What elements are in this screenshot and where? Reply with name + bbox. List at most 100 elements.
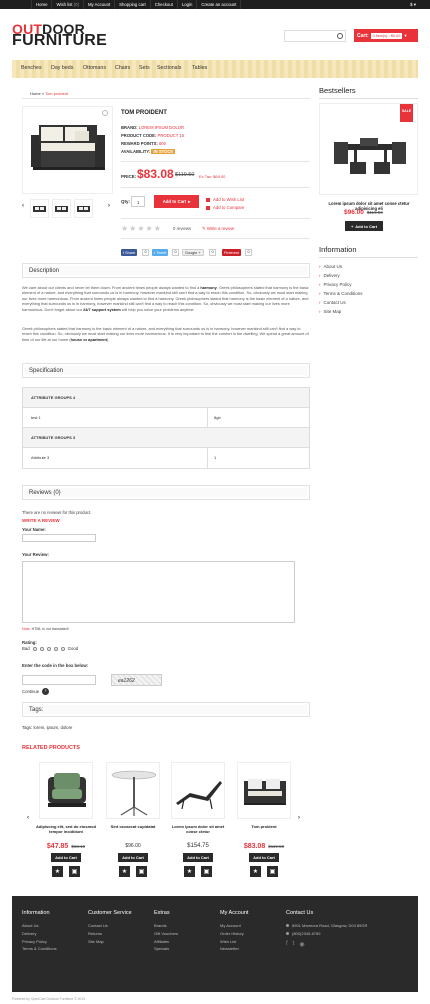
info-link-terms[interactable]: Terms & Conditions: [319, 291, 363, 296]
related-product-image[interactable]: [106, 762, 160, 819]
zoom-icon[interactable]: [102, 110, 108, 116]
wishlist-star-icon[interactable]: ★: [52, 866, 63, 877]
footer-link[interactable]: Delivery: [22, 930, 57, 938]
footer-link[interactable]: Privacy Policy: [22, 938, 57, 946]
rating-radio-5[interactable]: [60, 646, 65, 651]
chevron-right-icon[interactable]: ›: [108, 203, 110, 209]
tags-heading[interactable]: Tags:: [22, 702, 310, 717]
info-link-delivery[interactable]: Delivery: [319, 273, 340, 278]
bestseller-add-to-cart[interactable]: + Add to Cart: [345, 221, 383, 231]
brand-link[interactable]: LOREM IPSUM DOLOR: [139, 125, 184, 130]
continue-button[interactable]: Continue ›: [22, 688, 50, 695]
top-nav-account[interactable]: My Account: [84, 0, 116, 9]
logo-furniture[interactable]: FURNITURE: [12, 33, 107, 49]
info-link-privacy[interactable]: Privacy Policy: [319, 282, 352, 287]
top-nav-checkout[interactable]: Checkout: [151, 0, 178, 9]
menu-item-sectionals[interactable]: Sectionals: [157, 65, 181, 71]
add-to-compare-link[interactable]: Add to Compare: [206, 205, 244, 210]
bestseller-card[interactable]: SALE: [319, 103, 418, 195]
captcha-input[interactable]: [22, 675, 96, 685]
compare-icon[interactable]: ▣: [69, 866, 80, 877]
thumbnail[interactable]: [30, 199, 49, 218]
menu-item-chairs[interactable]: Chairs: [115, 65, 130, 71]
wishlist-star-icon[interactable]: ★: [184, 866, 195, 877]
related-product-name[interactable]: Lorem ipsum dolor sit amet conse ctetur: [168, 824, 228, 835]
related-product-name[interactable]: Sint occaecat cupidatat: [103, 824, 163, 829]
add-to-cart-button[interactable]: Add to Cart: [118, 853, 148, 862]
pinterest-button[interactable]: Pinterest: [222, 249, 241, 256]
footer-link[interactable]: Specials: [154, 945, 178, 953]
footer-link[interactable]: Site Map: [88, 938, 132, 946]
info-link-contact[interactable]: Contact Us: [319, 300, 346, 305]
cart-button[interactable]: Cart: 0 item(s) - $0.00 ▾: [354, 29, 418, 42]
top-nav-wishlist[interactable]: Wish list (0): [52, 0, 84, 9]
footer-link[interactable]: Gift Vouchers: [154, 930, 178, 938]
top-nav-cart[interactable]: Shopping cart: [115, 0, 151, 9]
name-input[interactable]: [22, 534, 96, 542]
related-product-image[interactable]: [171, 762, 225, 819]
facebook-share-button[interactable]: f Share: [121, 249, 138, 256]
footer-link[interactable]: My Account: [220, 922, 248, 930]
compare-icon[interactable]: ▣: [267, 866, 278, 877]
menu-item-benches[interactable]: Benches: [21, 65, 42, 71]
footer-link[interactable]: Returns: [88, 930, 132, 938]
related-product-image[interactable]: [39, 762, 93, 819]
add-to-cart-button[interactable]: Add to Cart: [51, 853, 81, 862]
twitter-icon[interactable]: t: [293, 941, 295, 948]
thumbnail[interactable]: [52, 199, 71, 218]
write-review-link[interactable]: ✎ Write a review: [202, 226, 234, 232]
add-to-wishlist-link[interactable]: Add to Wish List: [206, 197, 244, 202]
chevron-left-icon[interactable]: ‹: [22, 203, 24, 209]
add-to-cart-button[interactable]: Add to Cart: [249, 853, 279, 862]
info-link-about[interactable]: About Us: [319, 264, 343, 269]
footer-link[interactable]: Terms & Conditions: [22, 945, 57, 953]
google-plus-button[interactable]: Google +: [182, 249, 204, 256]
search-input[interactable]: [284, 30, 346, 42]
rss-icon[interactable]: ◉: [299, 941, 304, 948]
qty-input[interactable]: 1: [131, 196, 145, 207]
breadcrumb-home[interactable]: Home: [30, 91, 41, 96]
top-nav-login[interactable]: Login: [178, 0, 198, 9]
footer-link[interactable]: Wish List: [220, 938, 248, 946]
footer-link[interactable]: Affiliates: [154, 938, 178, 946]
top-nav-register[interactable]: Create an account: [197, 0, 242, 9]
related-product-name[interactable]: Adipiscing elit, sed do eiusmod tempor i…: [36, 824, 96, 835]
review-textarea[interactable]: [22, 561, 295, 623]
specification-heading[interactable]: Specification: [22, 363, 310, 378]
facebook-icon[interactable]: f: [286, 941, 288, 948]
compare-icon[interactable]: ▣: [136, 866, 147, 877]
wishlist-star-icon[interactable]: ★: [250, 866, 261, 877]
add-to-cart-button[interactable]: Add to Cart: [183, 853, 213, 862]
info-link-sitemap[interactable]: Site Map: [319, 309, 342, 314]
rating-radio-1[interactable]: [32, 646, 37, 651]
product-image[interactable]: [22, 106, 113, 194]
menu-item-ottomans[interactable]: Ottomans: [83, 65, 106, 71]
chevron-left-icon[interactable]: ‹: [27, 815, 29, 821]
menu-item-sets[interactable]: Sets: [139, 65, 150, 71]
currency-selector[interactable]: $ ▾: [410, 2, 416, 8]
wishlist-star-icon[interactable]: ★: [119, 866, 130, 877]
footer-link[interactable]: Order History: [220, 930, 248, 938]
tweet-button[interactable]: t Tweet: [152, 249, 169, 256]
add-to-cart-button[interactable]: Add to Cart ▸: [154, 195, 199, 208]
thumbnail[interactable]: [74, 199, 93, 218]
reviews-count[interactable]: 0 reviews: [173, 226, 191, 231]
search-icon[interactable]: [337, 33, 343, 39]
menu-item-tables[interactable]: Tables: [192, 65, 207, 71]
footer-link[interactable]: Brands: [154, 922, 178, 930]
rating-radio-2[interactable]: [39, 646, 44, 651]
footer-link[interactable]: About Us: [22, 922, 57, 930]
related-product-image[interactable]: [237, 762, 291, 819]
reviews-heading[interactable]: Reviews (0): [22, 485, 310, 500]
related-product-name[interactable]: Tom proident: [234, 824, 294, 829]
chevron-right-icon[interactable]: ›: [298, 815, 300, 821]
description-heading[interactable]: Description: [22, 263, 310, 278]
rating-radio-3[interactable]: [46, 646, 51, 651]
breadcrumb-current[interactable]: Tom proident: [45, 91, 68, 96]
footer-link[interactable]: Newsletter: [220, 945, 248, 953]
rating-radio-4[interactable]: [53, 646, 58, 651]
menu-item-day-beds[interactable]: Day beds: [51, 65, 73, 71]
compare-icon[interactable]: ▣: [201, 866, 212, 877]
footer-link[interactable]: Contact Us: [88, 922, 132, 930]
top-nav-home[interactable]: Home: [31, 0, 53, 9]
